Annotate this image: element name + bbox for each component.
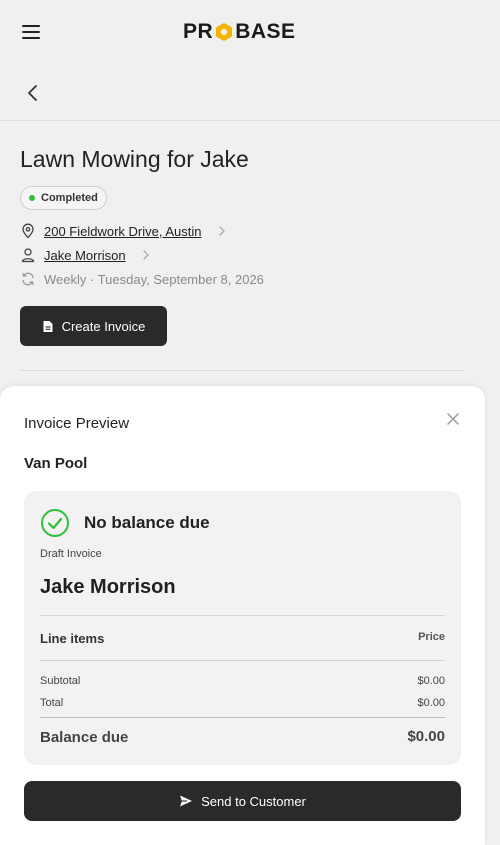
company-name: Van Pool xyxy=(24,455,88,472)
balance-due-label: Balance due xyxy=(40,729,129,746)
divider xyxy=(0,120,500,121)
sheet-title: Invoice Preview xyxy=(24,415,130,432)
recurrence-row: Weekly · Tuesday, September 8, 2026 xyxy=(20,271,264,287)
price-header: Price xyxy=(418,631,445,643)
probase-logo: PR BASE xyxy=(183,20,296,44)
customer-row: Jake Morrison xyxy=(20,247,152,263)
status-label: Completed xyxy=(41,192,98,204)
divider xyxy=(40,615,445,616)
line-items-header: Line items xyxy=(40,631,105,646)
status-dot-icon xyxy=(29,195,35,201)
balance-status-message: No balance due xyxy=(84,513,210,532)
send-to-customer-button[interactable]: Send to Customer xyxy=(24,781,461,821)
address-row: 200 Fieldwork Drive, Austin xyxy=(20,223,228,239)
balance-due-value: $0.00 xyxy=(407,728,445,745)
logo-text-right: BASE xyxy=(235,20,296,43)
subtotal-label: Subtotal xyxy=(40,675,81,687)
location-pin-icon xyxy=(22,223,34,239)
top-bar: PR BASE xyxy=(0,0,500,64)
chevron-right-icon[interactable] xyxy=(216,225,228,237)
address-link[interactable]: 200 Fieldwork Drive, Austin xyxy=(44,224,202,239)
create-invoice-label: Create Invoice xyxy=(61,318,146,334)
hamburger-menu-icon[interactable] xyxy=(22,22,44,42)
customer-link[interactable]: Jake Morrison xyxy=(44,248,126,263)
divider xyxy=(20,370,465,371)
close-icon[interactable] xyxy=(446,412,460,426)
subtotal-value: $0.00 xyxy=(417,675,445,687)
divider xyxy=(40,717,445,718)
invoice-customer-name: Jake Morrison xyxy=(40,576,176,598)
logo-text-left: PR xyxy=(183,20,214,43)
total-label: Total xyxy=(40,697,64,709)
page-title: Lawn Mowing for Jake xyxy=(20,146,249,172)
check-circle-icon xyxy=(41,509,69,537)
create-invoice-button[interactable]: Create Invoice xyxy=(20,306,167,346)
send-icon xyxy=(180,795,193,807)
invoice-preview-sheet: Invoice Preview Van Pool No balance due … xyxy=(0,386,485,845)
recurrence-text: Weekly · Tuesday, September 8, 2026 xyxy=(44,271,264,287)
send-to-customer-label: Send to Customer xyxy=(201,793,306,809)
invoice-card: No balance due Draft Invoice Jake Morris… xyxy=(24,491,461,765)
total-value: $0.00 xyxy=(417,697,445,709)
chevron-left-icon[interactable] xyxy=(22,82,44,104)
chevron-right-icon[interactable] xyxy=(140,249,152,261)
repeat-icon xyxy=(22,272,34,286)
back-bar xyxy=(0,70,500,120)
draft-invoice-label: Draft Invoice xyxy=(40,548,102,560)
divider xyxy=(40,660,445,661)
document-icon xyxy=(43,320,53,332)
status-badge: Completed xyxy=(20,186,107,210)
user-icon xyxy=(21,248,35,263)
logo-hexagon-icon xyxy=(216,23,233,41)
